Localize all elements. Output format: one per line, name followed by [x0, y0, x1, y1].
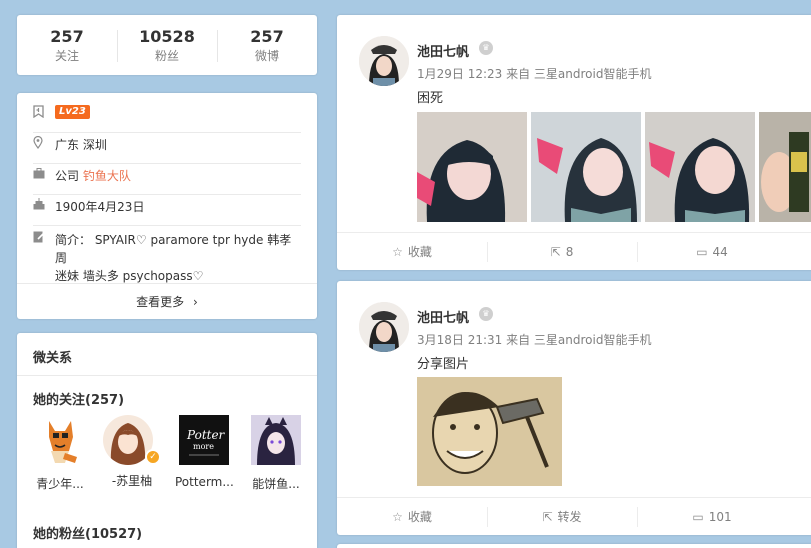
comment-count: 101: [708, 509, 732, 524]
company-label: 公司: [55, 169, 83, 183]
location-text: 广东 深圳: [55, 138, 107, 152]
profile-info-card: Lv23 广东 深圳 公司 钓鱼大队 1900年4月23日 简介： SPYAIR…: [17, 93, 317, 319]
relations-card: 微关系 她的关注(257) 青少年... ✓ -苏里柚 Pottermore P…: [17, 333, 317, 548]
crown-icon[interactable]: ♛: [479, 307, 493, 321]
avatar: Pottermore: [179, 415, 229, 468]
author-avatar[interactable]: [359, 36, 409, 86]
posts-count-link[interactable]: 257 微博: [217, 26, 317, 64]
bio-row: 简介： SPYAIR♡ paramore tpr hyde 韩孝周 迷妹 墙头多…: [33, 231, 301, 283]
post-action-bar: ☆ 收藏 ⇱ 转发 ▭ 101: [337, 497, 811, 535]
following-user-name: 青少年...: [36, 477, 84, 491]
fans-label: 粉丝: [154, 49, 179, 63]
star-icon: ☆: [392, 509, 403, 524]
following-user-name: -苏里柚: [111, 474, 153, 488]
post-image-3[interactable]: [645, 112, 755, 222]
profile-stats-card: 257 关注 10528 粉丝 257 微博: [17, 15, 317, 75]
post-image-2[interactable]: [531, 112, 641, 222]
repost-button[interactable]: ⇱ 转发: [487, 506, 637, 527]
comment-icon: ▭: [692, 509, 704, 524]
chevron-right-icon: ›: [193, 295, 198, 309]
post-image-4[interactable]: [759, 112, 811, 222]
fans-count-link[interactable]: 10528 粉丝: [117, 26, 217, 64]
post-action-bar: ☆ 收藏 ⇱ 8 ▭ 44: [337, 232, 811, 270]
favorite-label: 收藏: [407, 509, 432, 524]
fans-heading-link[interactable]: 她的粉丝(10527): [33, 523, 142, 542]
post-meta: 3月18日 21:31 来自 三星android智能手机: [417, 333, 652, 347]
post-text: 困死: [417, 91, 444, 106]
post-text: 分享图片: [417, 357, 470, 372]
following-count: 257: [50, 27, 84, 46]
bookmark-icon: [33, 105, 55, 122]
verified-badge-icon: ✓: [145, 449, 161, 465]
following-label: 关注: [54, 49, 79, 63]
following-user-4[interactable]: 能饼鱼...: [247, 415, 305, 492]
author-name[interactable]: 池田七帆: [417, 307, 469, 326]
comment-button[interactable]: ▭ 101: [637, 506, 787, 527]
share-icon: ⇱: [550, 244, 561, 259]
briefcase-icon: [33, 167, 55, 183]
favorite-label: 收藏: [407, 244, 432, 259]
edit-icon: [33, 231, 55, 247]
repost-count: 8: [565, 244, 574, 259]
favorite-button[interactable]: ☆ 收藏: [337, 510, 487, 524]
repost-label: 转发: [557, 509, 582, 524]
level-badge[interactable]: Lv23: [55, 105, 90, 119]
see-more-link[interactable]: 查看更多 ›: [17, 287, 317, 319]
company-row: 公司 钓鱼大队: [33, 167, 301, 195]
comment-count: 44: [712, 244, 728, 259]
post-image-1[interactable]: [417, 112, 527, 222]
comment-button[interactable]: ▭ 44: [637, 241, 787, 262]
feed-post-partial: [337, 544, 811, 548]
following-heading-link[interactable]: 她的关注(257): [33, 389, 124, 408]
following-user-2[interactable]: ✓ -苏里柚: [103, 415, 161, 489]
see-more-label: 查看更多: [136, 295, 185, 309]
share-icon: ⇱: [542, 509, 553, 524]
cake-icon: [33, 198, 55, 214]
posts-count: 257: [250, 27, 284, 46]
following-user-name: Potterm...: [175, 475, 233, 489]
favorite-button[interactable]: ☆ 收藏: [337, 245, 487, 259]
following-user-3[interactable]: Pottermore Potterm...: [175, 415, 233, 489]
feed-post: 池田七帆 ♛ 3月18日 21:31 来自 三星android智能手机 分享图片…: [337, 281, 811, 535]
fans-count: 10528: [139, 27, 195, 46]
avatar: [251, 415, 301, 468]
author-avatar[interactable]: [359, 302, 409, 352]
avatar: [35, 415, 85, 468]
post-meta: 1月29日 12:23 来自 三星android智能手机: [417, 67, 652, 81]
posts-label: 微博: [254, 49, 279, 63]
following-user-1[interactable]: 青少年...: [31, 415, 89, 492]
location-pin-icon: [33, 135, 55, 153]
level-row: Lv23: [33, 105, 301, 133]
avatar: ✓: [103, 415, 161, 465]
feed-post: 池田七帆 ♛ 1月29日 12:23 来自 三星android智能手机 困死 ☆…: [337, 15, 811, 270]
company-link[interactable]: 钓鱼大队: [83, 169, 131, 183]
location-row: 广东 深圳: [33, 135, 301, 164]
post-image[interactable]: [417, 377, 562, 486]
following-user-name: 能饼鱼...: [252, 477, 300, 491]
relations-title: 微关系: [33, 351, 73, 366]
crown-icon[interactable]: ♛: [479, 41, 493, 55]
star-icon: ☆: [392, 244, 403, 259]
bio-line-1: 简介： SPYAIR♡ paramore tpr hyde 韩孝周: [55, 233, 292, 265]
comment-icon: ▭: [696, 244, 708, 259]
repost-button[interactable]: ⇱ 8: [487, 241, 637, 262]
author-name[interactable]: 池田七帆: [417, 41, 469, 60]
following-count-link[interactable]: 257 关注: [17, 26, 117, 64]
birthday-text: 1900年4月23日: [55, 200, 145, 214]
birthday-row: 1900年4月23日: [33, 198, 301, 226]
